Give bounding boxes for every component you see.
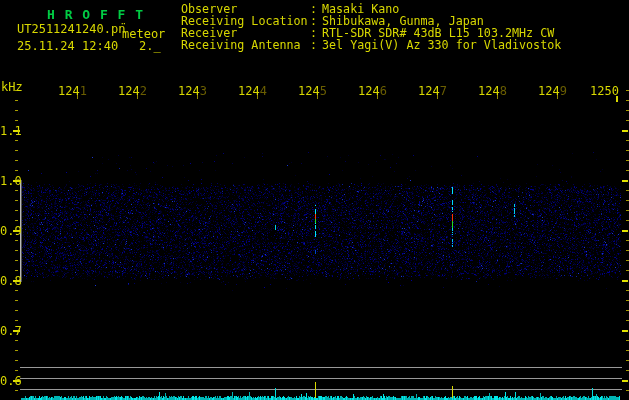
time-axis-label: 1241 xyxy=(58,84,87,98)
time-axis-label: 1242 xyxy=(118,84,147,98)
freq-axis-label: 1.1 xyxy=(0,124,22,138)
output-filename: UT2511241240.pn xyxy=(17,22,125,36)
time-axis-label: 1248 xyxy=(478,84,507,98)
freq-unit-label: kHz xyxy=(1,80,23,94)
freq-axis-label: 0.9 xyxy=(0,224,22,238)
time-axis-label: 1250 xyxy=(590,84,619,98)
app-title: H R O F F T xyxy=(47,7,144,22)
info-separator: : xyxy=(310,39,322,51)
freq-axis-label: 0.8 xyxy=(0,274,22,288)
info-label: Receiving Antenna xyxy=(181,39,310,51)
time-axis-label: 1246 xyxy=(358,84,387,98)
status-counter: 2._ xyxy=(139,39,161,53)
time-axis-label: 1244 xyxy=(238,84,267,98)
station-info-panel: Observer:Masaki KanoReceiving Location:S… xyxy=(181,3,561,51)
freq-axis-label: 0.7 xyxy=(0,324,22,338)
info-value: 3el Yagi(V) Az 330 for Vladivostok xyxy=(322,38,561,52)
time-axis-label: 1245 xyxy=(298,84,327,98)
datetime-label: 25.11.24 12:40 xyxy=(17,39,118,53)
freq-axis-label: 0.6 xyxy=(0,374,22,388)
time-axis-label: 1247 xyxy=(418,84,447,98)
time-axis-label: 1249 xyxy=(538,84,567,98)
spectrogram-canvas xyxy=(0,0,629,400)
hrofft-window: H R O F F T UT2511241240.pn ¨ meteor 25.… xyxy=(0,0,629,400)
freq-axis-label: 1.0 xyxy=(0,174,22,188)
station-info-row: Receiving Antenna:3el Yagi(V) Az 330 for… xyxy=(181,39,561,51)
time-axis-label: 1243 xyxy=(178,84,207,98)
